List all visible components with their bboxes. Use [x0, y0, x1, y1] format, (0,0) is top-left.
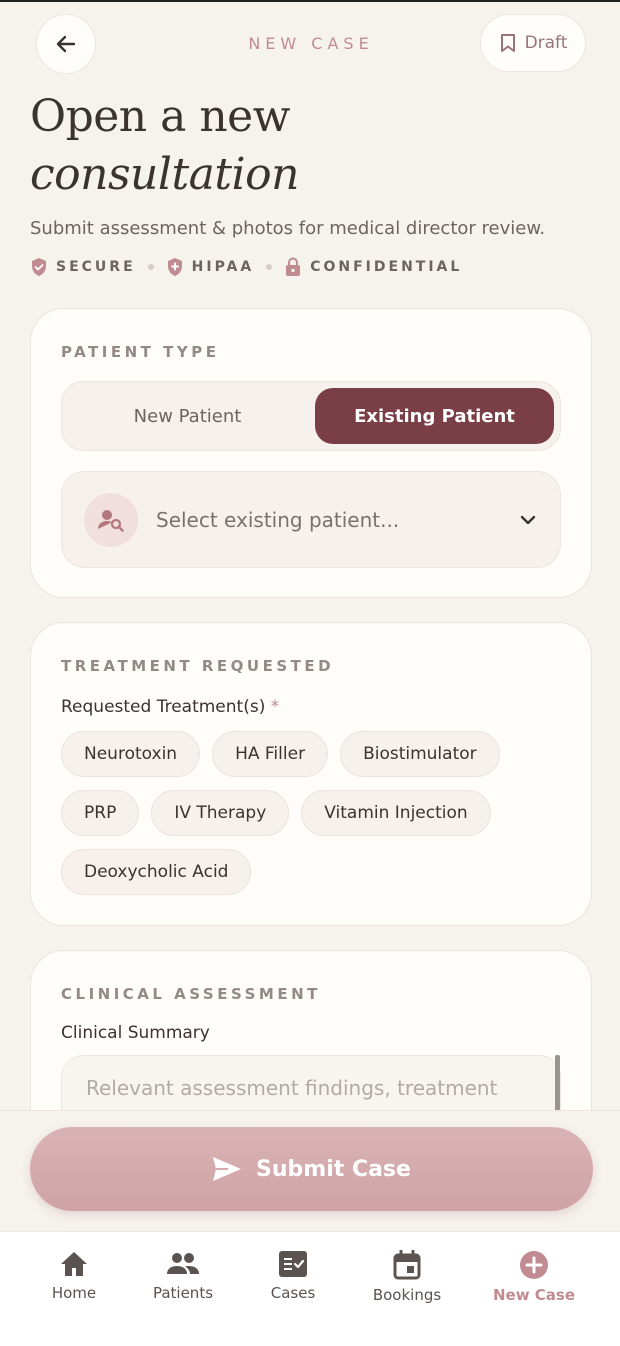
- bookmark-icon: [500, 34, 515, 52]
- nav-bookings-label: Bookings: [372, 1286, 442, 1304]
- badge-hipaa: HIPAA: [166, 257, 255, 277]
- hero-subtitle: Submit assessment & photos for medical d…: [30, 218, 546, 239]
- treatment-label: TREATMENT REQUESTED: [61, 657, 335, 675]
- patient-type-toggle: New Patient Existing Patient: [61, 381, 561, 451]
- textarea-scrollbar[interactable]: [555, 1055, 560, 1113]
- chip-prp[interactable]: PRP: [61, 790, 140, 836]
- badge-secure-label: SECURE: [56, 259, 136, 275]
- hero-title-line1: Open a new: [30, 91, 290, 142]
- chip-neurotoxin[interactable]: Neurotoxin: [61, 731, 201, 777]
- draft-button[interactable]: Draft: [480, 14, 586, 72]
- hero-title: Open a new consultation: [30, 88, 590, 204]
- nav-home-label: Home: [51, 1284, 97, 1302]
- nav-patients[interactable]: Patients: [128, 1250, 238, 1302]
- clinical-assessment-label: CLINICAL ASSESSMENT: [61, 985, 321, 1003]
- people-icon: [167, 1253, 199, 1274]
- badge-confidential: CONFIDENTIAL: [284, 257, 462, 277]
- hero: Open a new consultation Submit assessmen…: [30, 88, 590, 277]
- badge-secure: SECURE: [30, 257, 136, 277]
- new-patient-option[interactable]: New Patient: [68, 388, 307, 444]
- chip-iv-therapy[interactable]: IV Therapy: [151, 790, 290, 836]
- trust-badges: SECURE HIPAA CONFIDENTIAL: [30, 257, 590, 277]
- calendar-icon: [393, 1250, 421, 1280]
- required-asterisk: *: [270, 697, 280, 717]
- treatment-chips: Neurotoxin HA Filler Biostimulator PRP I…: [61, 731, 571, 908]
- chip-vitamin-injection[interactable]: Vitamin Injection: [301, 790, 491, 836]
- patient-type-label: PATIENT TYPE: [61, 343, 220, 361]
- send-icon: [213, 1157, 242, 1181]
- patient-type-card: PATIENT TYPE New Patient Existing Patien…: [30, 308, 592, 598]
- nav-new-case-label: New Case: [492, 1286, 576, 1304]
- nav-cases-label: Cases: [270, 1284, 316, 1302]
- hero-title-line2: consultation: [30, 149, 299, 200]
- chip-biostimulator[interactable]: Biostimulator: [340, 731, 500, 777]
- status-bar-line: [0, 0, 620, 2]
- home-icon: [61, 1252, 87, 1276]
- nav-cases[interactable]: Cases: [238, 1250, 348, 1302]
- requested-treatments-text: Requested Treatment(s): [61, 697, 266, 717]
- shield-plus-icon: [167, 258, 182, 276]
- submit-case-button[interactable]: Submit Case: [30, 1127, 593, 1211]
- cases-icon: [279, 1251, 307, 1277]
- badge-hipaa-label: HIPAA: [191, 259, 255, 275]
- header: NEW CASE Draft: [36, 14, 586, 74]
- nav-patients-label: Patients: [152, 1284, 214, 1302]
- nav-new-case[interactable]: New Case: [479, 1250, 589, 1304]
- separator-dot: [266, 264, 273, 270]
- chip-ha-filler[interactable]: HA Filler: [212, 731, 329, 777]
- nav-bookings[interactable]: Bookings: [352, 1250, 462, 1304]
- requested-treatments-label: Requested Treatment(s) *: [61, 697, 279, 717]
- separator-dot: [147, 264, 154, 270]
- patient-search-avatar: [84, 492, 138, 547]
- patient-select-placeholder: Select existing patient...: [156, 507, 400, 532]
- draft-label: Draft: [524, 33, 568, 53]
- treatment-card: TREATMENT REQUESTED Requested Treatment(…: [30, 622, 592, 926]
- clinical-summary-label: Clinical Summary: [61, 1023, 210, 1043]
- submit-case-label: Submit Case: [256, 1156, 411, 1182]
- nav-home[interactable]: Home: [19, 1250, 129, 1302]
- shield-check-icon: [32, 258, 46, 276]
- bottom-navigation: Home Patients Cases Bookings New Case: [0, 1231, 620, 1346]
- plus-circle-icon: [520, 1251, 548, 1279]
- lock-icon: [286, 257, 301, 276]
- existing-patient-option[interactable]: Existing Patient: [315, 388, 554, 444]
- patient-select-dropdown[interactable]: Select existing patient...: [61, 471, 561, 568]
- badge-confidential-label: CONFIDENTIAL: [310, 259, 463, 275]
- chip-deoxycholic-acid[interactable]: Deoxycholic Acid: [61, 849, 252, 895]
- chevron-down-icon: [520, 515, 536, 524]
- user-search-icon: [98, 509, 124, 532]
